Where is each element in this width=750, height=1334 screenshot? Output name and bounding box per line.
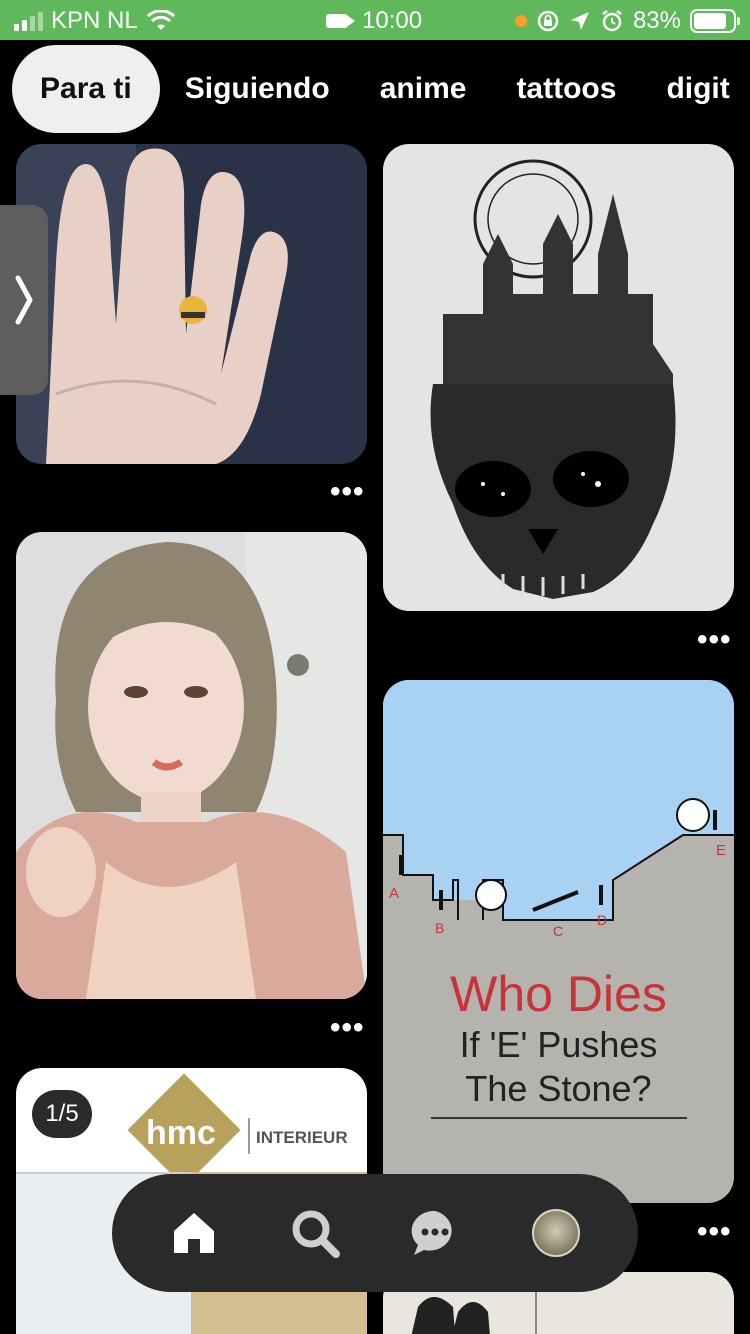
location-icon [570, 12, 589, 30]
pin-hand-tattoo[interactable] [16, 144, 367, 464]
bottom-nav [112, 1174, 638, 1292]
tab-tattoos[interactable]: tattoos [491, 45, 641, 133]
clock: 10:00 [362, 7, 423, 34]
carrier-name: KPN NL [51, 7, 138, 34]
label-d: D [597, 912, 607, 928]
pin-more-button[interactable]: ••• [697, 1217, 732, 1247]
screen-recording-icon [326, 14, 355, 28]
brand-divider [248, 1118, 250, 1154]
pin-title-line1: Who Dies [450, 966, 667, 1022]
tab-siguiendo[interactable]: Siguiendo [160, 45, 355, 133]
pin-portrait[interactable] [16, 532, 367, 999]
profile-avatar [531, 1209, 580, 1257]
mic-indicator-dot [514, 15, 527, 27]
pin-title-line3: The Stone? [465, 1068, 652, 1109]
home-icon [174, 1213, 215, 1253]
signal-icon [14, 11, 43, 31]
chevron-right-icon [15, 275, 33, 325]
pin-more-button[interactable]: ••• [330, 1013, 365, 1043]
brand-name: hmc [146, 1114, 216, 1152]
pin-image-skull-castle [383, 144, 734, 611]
tab-para-ti[interactable]: Para ti [12, 45, 160, 133]
brand-subtitle: INTERIEUR [256, 1128, 348, 1147]
pin-who-dies-puzzle[interactable]: A B C D E Who Dies If 'E' Pushes The Sto… [383, 680, 734, 1203]
pin-title-line2: If 'E' Pushes [459, 1024, 658, 1065]
pin-image-puzzle: A B C D E [383, 680, 734, 939]
messages-icon [411, 1210, 452, 1255]
tab-digit[interactable]: digit [641, 45, 750, 133]
side-drawer-handle[interactable] [0, 205, 48, 395]
pin-castle-skull[interactable] [383, 144, 734, 611]
pin-more-button[interactable]: ••• [330, 477, 365, 507]
nav-search[interactable] [285, 1203, 345, 1263]
nav-messages[interactable] [405, 1203, 465, 1263]
label-a: A [389, 885, 399, 902]
label-b: B [435, 920, 444, 936]
nav-profile[interactable] [526, 1203, 586, 1263]
pin-image-hand [16, 144, 367, 464]
tab-anime[interactable]: anime [355, 45, 492, 133]
alarm-icon [602, 10, 622, 32]
pin-image-portrait [16, 532, 367, 999]
status-bar: KPN NL 10:00 83% [0, 0, 750, 40]
wifi-icon [146, 10, 175, 30]
battery-percent: 83% [632, 7, 681, 34]
carousel-page-badge: 1/5 [32, 1090, 92, 1138]
search-icon [292, 1210, 340, 1258]
nav-home[interactable] [164, 1203, 224, 1263]
title-underline [430, 1117, 687, 1119]
label-e: E [716, 842, 726, 859]
pin-more-button[interactable]: ••• [697, 625, 732, 655]
battery-icon [690, 9, 740, 33]
feed-tabs: Para ti Siguiendo anime tattoos digit [0, 44, 750, 134]
rotation-lock-icon [537, 10, 559, 32]
label-c: C [553, 923, 563, 939]
